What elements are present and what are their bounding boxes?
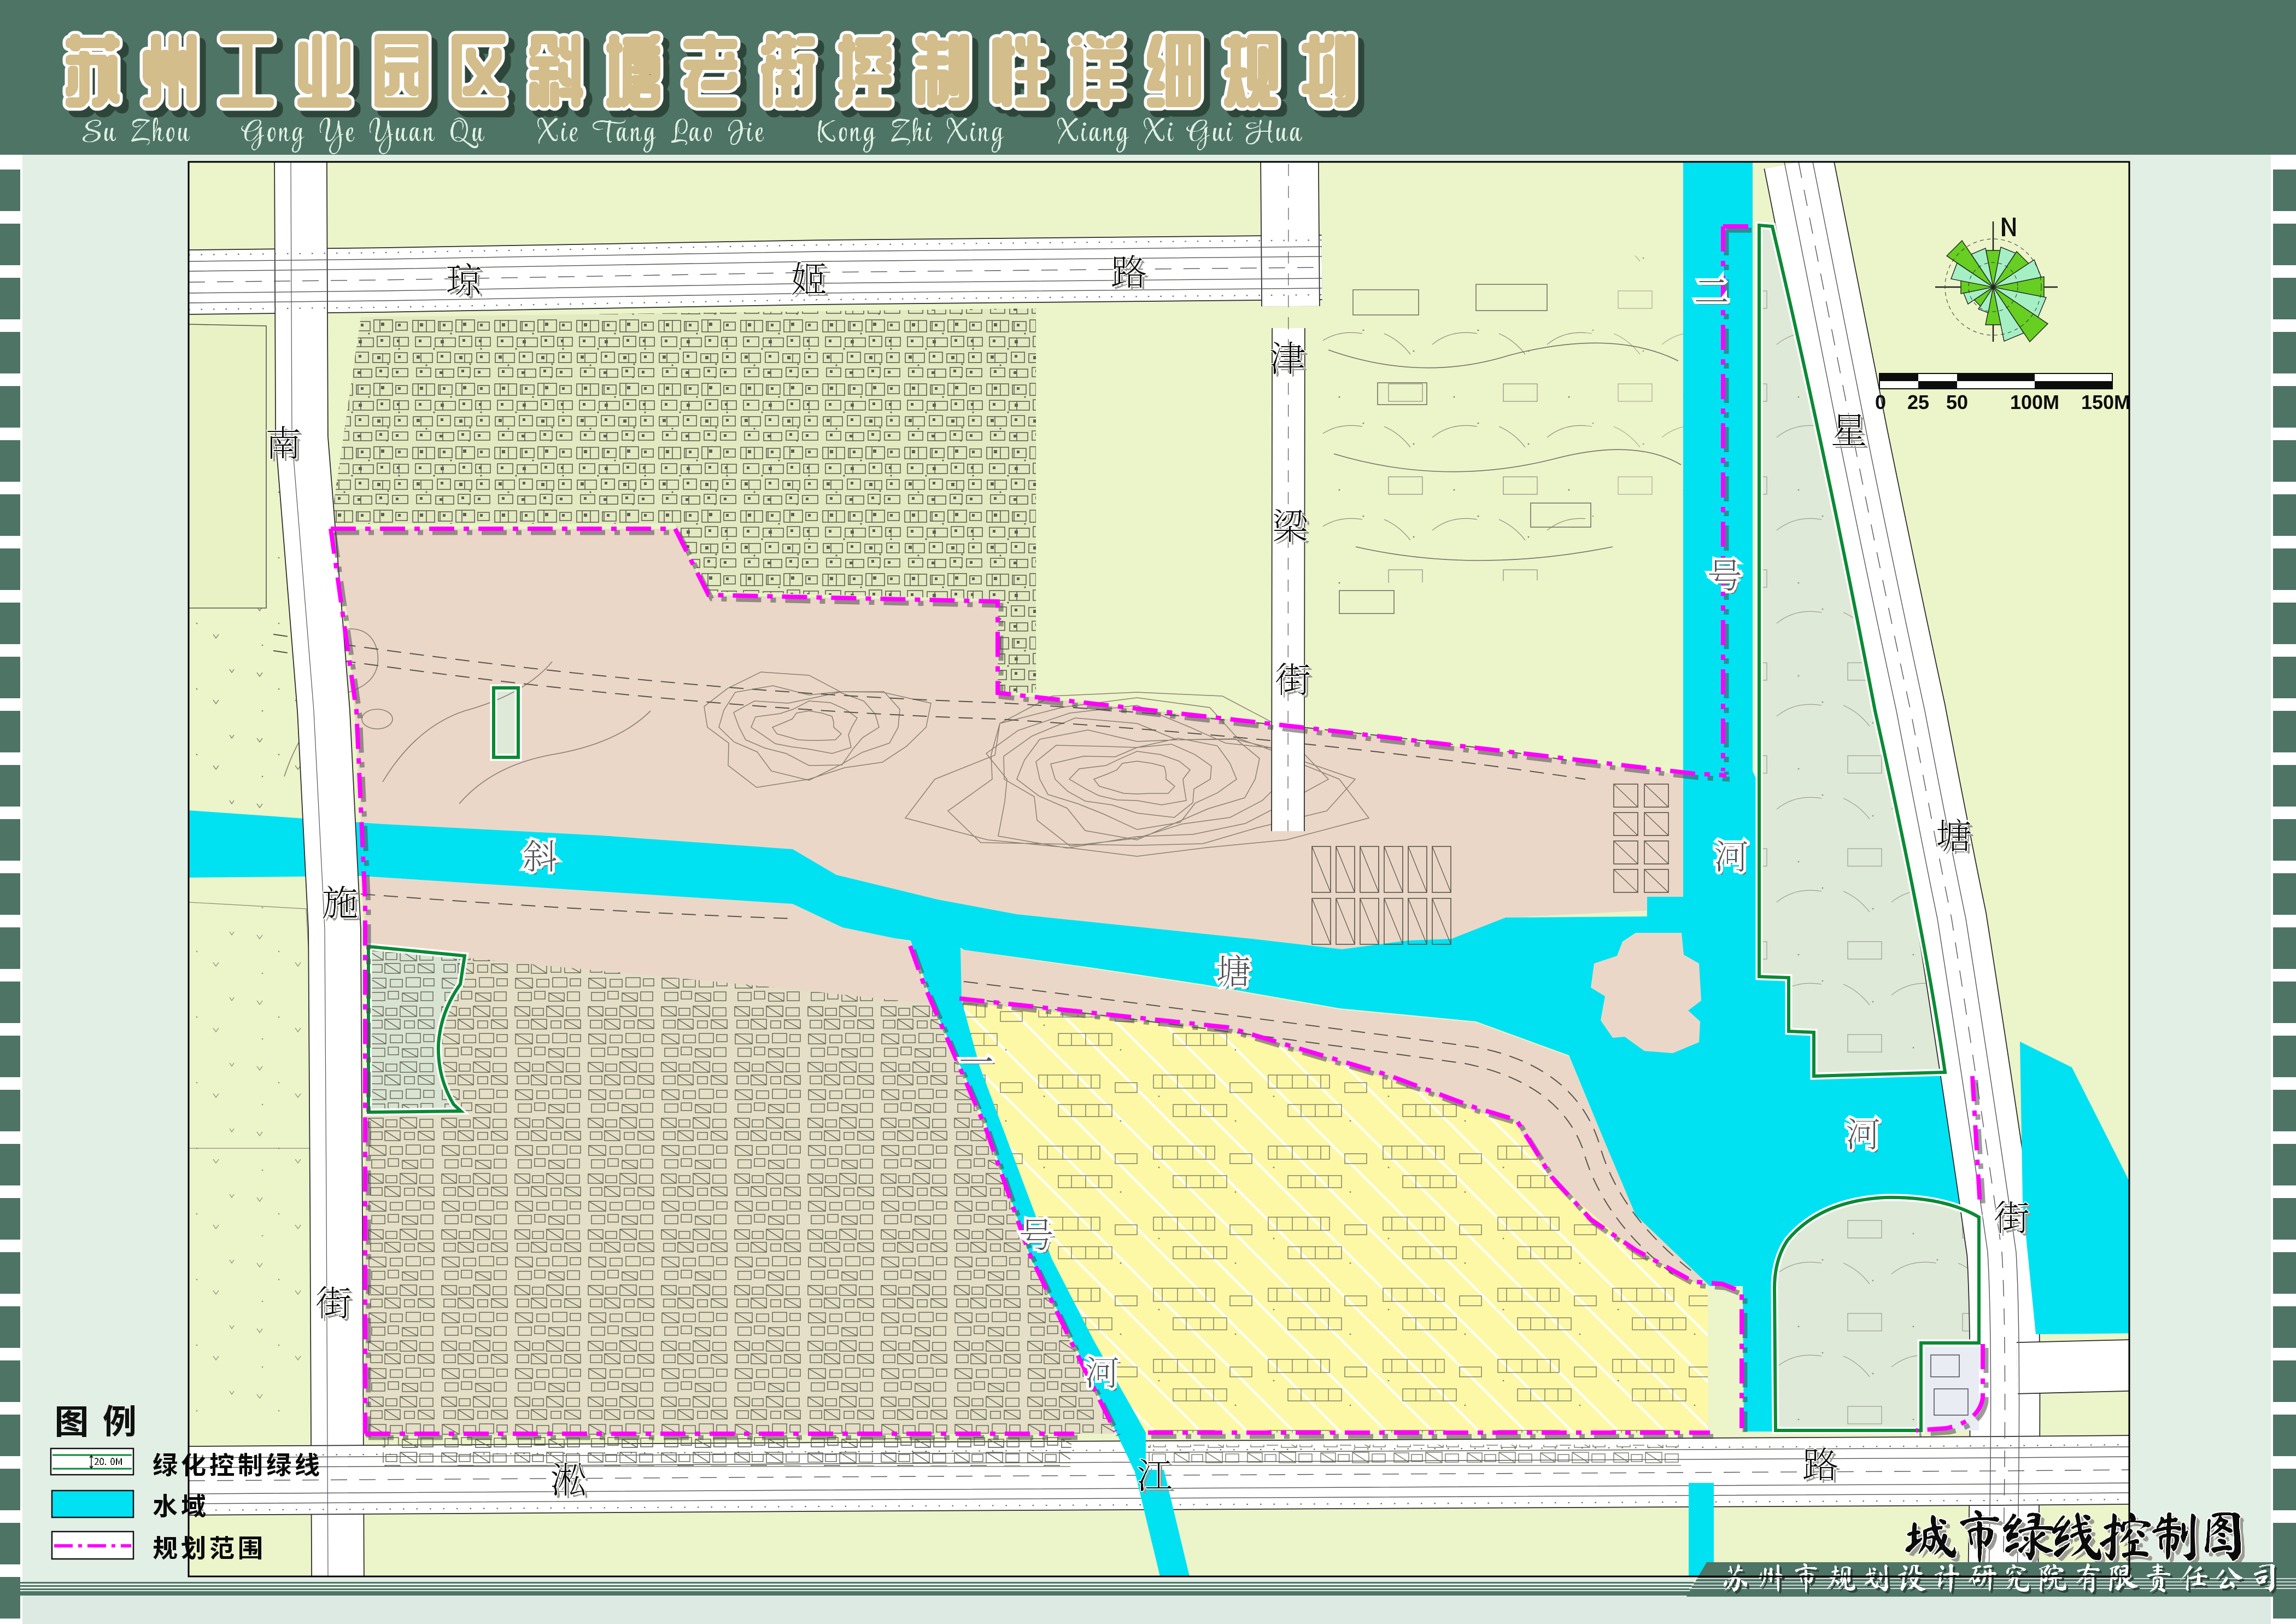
- svg-text:100M: 100M: [2010, 391, 2059, 413]
- svg-text:0: 0: [1875, 391, 1886, 413]
- svg-text:150M: 150M: [2081, 391, 2130, 413]
- svg-text:50: 50: [1946, 391, 1968, 413]
- svg-text:25: 25: [1907, 391, 1929, 413]
